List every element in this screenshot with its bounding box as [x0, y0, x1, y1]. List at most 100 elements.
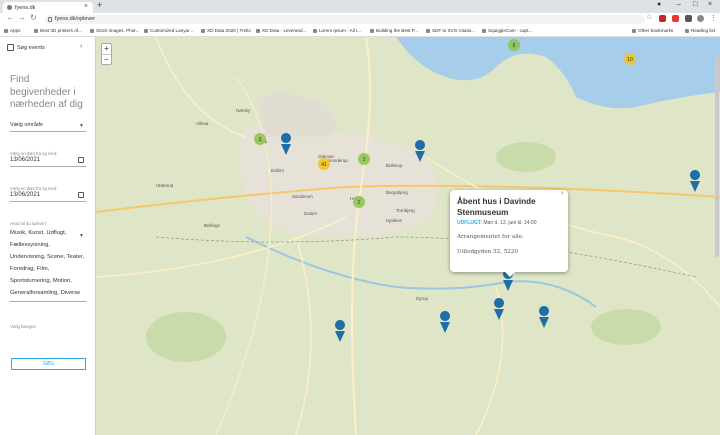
cluster-count: 2	[363, 157, 366, 163]
address-bar: ← → ↻ fyens.dk/oplever ☆	[0, 13, 720, 26]
sidebar-header: Søg events	[17, 45, 45, 51]
reload-icon[interactable]: ↻	[30, 13, 37, 22]
event-pin[interactable]	[335, 320, 346, 342]
cluster-count: 2	[358, 200, 361, 206]
back-icon[interactable]: ←	[6, 13, 14, 22]
forest-area	[146, 312, 226, 362]
cluster-count: 6	[513, 43, 516, 49]
scrollbar[interactable]	[715, 57, 719, 257]
event-popup: × Åbent hus i Davinde Stenmuseum UDFLUGT…	[450, 190, 568, 277]
event-map[interactable]: Odense Bolbro Dalum Hunderup Bellinge Ta…	[96, 37, 720, 435]
menu-icon[interactable]: ⋮	[710, 15, 717, 22]
event-datetime: Man d. 13. juni kl. 14:00	[483, 220, 537, 226]
bookmark-item[interactable]: XD Data - Leverand...	[256, 28, 306, 33]
place-label: Dalum	[304, 211, 317, 216]
event-pin[interactable]	[690, 170, 701, 192]
zoom-in-button[interactable]: +	[102, 44, 111, 55]
bookmarks-bar: Apps Best 3D printers of... Stock images…	[0, 26, 720, 37]
extension-icon[interactable]	[672, 15, 679, 22]
category-select[interactable]: Musik, Kunst, Udflugt, Fællessyisning, U…	[10, 227, 86, 302]
zoom-control: + −	[101, 43, 112, 65]
caret-down-icon: ▼	[79, 233, 84, 239]
place-label: Dyrup	[416, 296, 429, 301]
reading-list[interactable]: Reading list	[685, 28, 715, 33]
place-label: Sanderum	[292, 194, 313, 199]
place-label: Bullerup	[386, 163, 403, 168]
bookmark-item[interactable]: Customized Lanyar...	[144, 28, 193, 33]
place-label: Bellinge	[204, 223, 221, 228]
event-meta: UDFLUGT: Man d. 13. juni kl. 14:00	[457, 220, 561, 226]
place-label: Ubberud	[156, 183, 174, 188]
caret-down-icon: ▼	[79, 123, 84, 129]
event-address: Udlodgyden 52, 5220	[457, 249, 518, 255]
category-label: Hvad vil du opleve?	[10, 221, 47, 226]
place-label: Allesø	[196, 121, 209, 126]
cluster-count: 3	[259, 137, 262, 143]
close-popup-icon[interactable]: ×	[560, 191, 564, 197]
browser-tab[interactable]: fyens.dk ×	[3, 2, 93, 13]
place-label: Bergsbjerg	[386, 190, 408, 195]
road	[295, 236, 312, 435]
from-date-value: 13/06/2021	[10, 157, 41, 163]
to-date-input[interactable]: 13/06/2021	[10, 192, 86, 202]
forward-icon[interactable]: →	[18, 13, 26, 22]
event-pin[interactable]	[539, 306, 550, 328]
calendar-picker-icon[interactable]	[78, 157, 84, 163]
site-favicon-icon	[7, 5, 12, 10]
extensions-puzzle-icon[interactable]	[685, 15, 692, 22]
cluster-count: 41	[321, 162, 327, 168]
from-date-label: Vælg en dato fra og med:	[10, 151, 58, 156]
search-button[interactable]: SØG	[11, 358, 86, 370]
extension-icon[interactable]	[659, 15, 666, 22]
event-description: Arrangementet for alle.	[457, 234, 524, 240]
area-select[interactable]: Vælg område ▼	[10, 122, 86, 132]
fjord-water	[396, 37, 720, 109]
profile-avatar[interactable]	[697, 15, 704, 22]
place-label: Hunderup	[328, 158, 348, 163]
event-pin[interactable]	[440, 311, 451, 333]
cluster-count: 10	[627, 57, 633, 63]
url-field[interactable]: fyens.dk/oplever	[45, 15, 645, 24]
url-text: fyens.dk/oplever	[55, 16, 96, 22]
to-date-label: Vælg en dato fra og med:	[10, 186, 58, 191]
event-category: UDFLUGT:	[457, 220, 482, 226]
event-pin[interactable]	[494, 298, 505, 320]
close-window-icon[interactable]: ×	[708, 1, 712, 8]
bookmark-item[interactable]: Best 3D printers of...	[34, 28, 82, 33]
collapse-sidebar-icon[interactable]: ‹	[80, 43, 82, 50]
search-sidebar: Søg events ‹ Find begivenheder i nærhede…	[0, 37, 96, 435]
map-canvas: Odense Bolbro Dalum Hunderup Bellinge Ta…	[96, 37, 720, 435]
railway	[155, 236, 697, 278]
from-date-input[interactable]: 13/06/2021	[10, 157, 86, 167]
bookmark-item[interactable]: Lorem Ipsum - All t...	[313, 28, 361, 33]
bookmark-item[interactable]: SDF to SVG rotatio...	[426, 28, 475, 33]
minimize-icon[interactable]: –	[677, 1, 681, 8]
to-date-value: 13/06/2021	[10, 192, 41, 198]
calendar-icon	[7, 44, 14, 51]
bookmark-item[interactable]: SquiggleCam - capt...	[482, 28, 532, 33]
profile-icon[interactable]: ●	[657, 1, 661, 8]
bookmark-item[interactable]: XD Data 2020 | Trello	[201, 28, 251, 33]
bookmark-star-icon[interactable]: ☆	[646, 13, 652, 21]
event-title[interactable]: Åbent hus i Davinde Stenmuseum	[457, 197, 561, 218]
browser-tab-bar: fyens.dk × + ● – □ ×	[0, 0, 720, 13]
bookmark-item[interactable]: Stock images, Phot...	[90, 28, 139, 33]
other-bookmarks[interactable]: Other bookmarks	[632, 28, 673, 33]
place-label: Hjallese	[386, 218, 403, 223]
forest-area	[496, 142, 556, 172]
sidebar-heading: Find begivenheder i nærheden af dig	[10, 74, 83, 110]
bookmark-item[interactable]: Apps	[4, 28, 20, 33]
zoom-out-button[interactable]: −	[102, 55, 111, 66]
category-hint: Vælg kategori	[10, 324, 36, 329]
close-tab-icon[interactable]: ×	[84, 3, 88, 10]
tab-title: fyens.dk	[15, 4, 36, 11]
new-tab-button[interactable]: +	[97, 0, 102, 10]
bookmark-item[interactable]: Building the Best P...	[370, 28, 418, 33]
area-select-value: Vælg område	[10, 122, 44, 128]
maximize-icon[interactable]: □	[693, 1, 697, 8]
place-label: Tornbjerg	[396, 208, 415, 213]
urban-area	[256, 93, 336, 137]
category-select-value: Musik, Kunst, Udflugt, Fællessyisning, U…	[10, 230, 85, 296]
calendar-picker-icon[interactable]	[78, 192, 84, 198]
place-label: Bolbro	[271, 168, 285, 173]
